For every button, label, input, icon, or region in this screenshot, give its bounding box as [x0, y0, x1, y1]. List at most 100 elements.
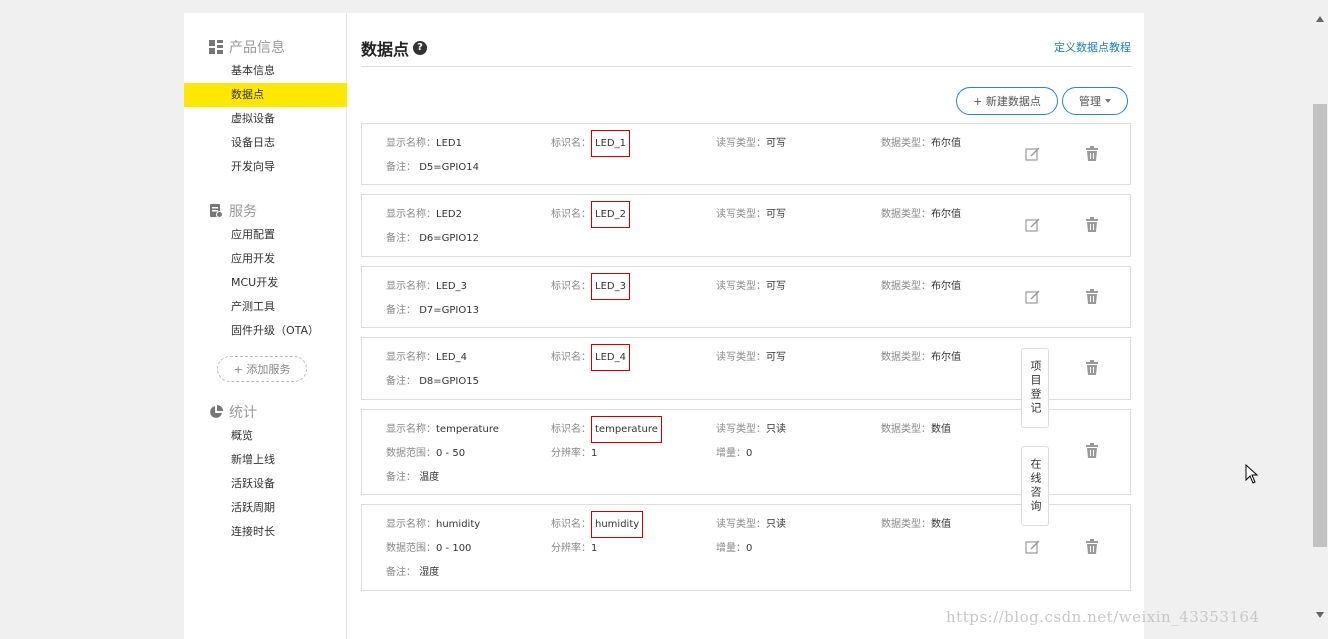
remark-value: D5=GPIO14 — [419, 162, 479, 173]
main-content: 数据点 ? 定义数据点教程 + 新建数据点 管理 显示名称：LED1 标识名： L… — [361, 13, 1131, 639]
sidebar-item-basic-info[interactable]: 基本信息 — [184, 59, 347, 83]
data-type-value: 布尔值 — [931, 352, 961, 363]
title-row: 数据点 ? 定义数据点教程 — [361, 33, 1131, 67]
rw-type-field: 读写类型：只读 — [716, 424, 786, 436]
range-value: 0 - 50 — [436, 448, 466, 459]
trash-icon[interactable] — [1083, 217, 1101, 235]
edit-icon[interactable] — [1024, 539, 1042, 557]
sidebar-item-device-log[interactable]: 设备日志 — [184, 131, 347, 155]
remark-value: 温度 — [419, 472, 440, 483]
rw-type-field: 读写类型：只读 — [716, 519, 786, 531]
rw-type-value: 可写 — [766, 281, 786, 292]
manage-button-label: 管理 — [1079, 95, 1101, 108]
sidebar-item-virtual-device[interactable]: 虚拟设备 — [184, 107, 347, 131]
datapoint-card: 显示名称：LED_3 标识名： LED_3 读写类型：可写 数据类型：布尔值 备注… — [361, 266, 1131, 328]
data-type-value: 布尔值 — [931, 281, 961, 292]
edit-icon[interactable] — [1024, 289, 1042, 307]
rw-type-field: 读写类型：可写 — [716, 281, 786, 293]
resolution-field: 分辨率：1 — [551, 448, 597, 460]
manage-button[interactable]: 管理 — [1062, 87, 1128, 115]
edit-icon[interactable] — [1024, 217, 1042, 235]
remark-field: 备注： D7=GPIO13 — [386, 305, 479, 317]
sidebar-item-new-online[interactable]: 新增上线 — [184, 448, 347, 472]
identifier-value: humidity — [591, 511, 644, 538]
remark-value: D8=GPIO15 — [419, 376, 479, 387]
sidebar-item-ota[interactable]: 固件升级（OTA） — [184, 319, 347, 343]
scroll-up-arrow-icon[interactable] — [1316, 16, 1324, 22]
field-label: 显示名称： — [386, 281, 436, 292]
sidebar-item-active-period[interactable]: 活跃周期 — [184, 496, 347, 520]
trash-icon[interactable] — [1083, 146, 1101, 164]
add-service-button[interactable]: + 添加服务 — [217, 356, 307, 382]
trash-icon[interactable] — [1083, 443, 1101, 461]
online-consult-label: 在线咨询 — [1029, 458, 1042, 514]
online-consult-tab[interactable]: 在线咨询 — [1021, 446, 1049, 526]
data-type-field: 数据类型：数值 — [881, 519, 951, 531]
field-label: 备注： — [386, 233, 416, 244]
field-label: 备注： — [386, 567, 416, 578]
identifier-value: temperature — [591, 416, 662, 443]
sidebar-heading-label: 服务 — [229, 204, 257, 220]
remark-value: D6=GPIO12 — [419, 233, 479, 244]
rw-type-field: 读写类型：可写 — [716, 209, 786, 221]
field-label: 增量： — [716, 448, 746, 459]
sidebar-heading: 产品信息 — [184, 35, 347, 59]
field-label: 显示名称： — [386, 424, 436, 435]
sidebar-item-datapoints[interactable]: 数据点 — [184, 83, 347, 107]
sidebar-item-active-devices[interactable]: 活跃设备 — [184, 472, 347, 496]
field-label: 数据范围： — [386, 448, 436, 459]
remark-field: 备注： 温度 — [386, 472, 439, 484]
field-label: 显示名称： — [386, 519, 436, 530]
identifier-field: 标识名： LED_4 — [551, 344, 630, 371]
identifier-field: 标识名： temperature — [551, 416, 662, 443]
field-label: 显示名称： — [386, 209, 436, 220]
display-name-value: temperature — [436, 424, 499, 435]
sidebar-item-connect-duration[interactable]: 连接时长 — [184, 520, 347, 544]
watermark: https://blog.csdn.net/weixin_43353164 — [946, 608, 1260, 626]
field-label: 数据类型： — [881, 209, 931, 220]
sidebar-item-mcu-dev[interactable]: MCU开发 — [184, 271, 347, 295]
field-label: 显示名称： — [386, 352, 436, 363]
field-label: 备注： — [386, 305, 416, 316]
help-icon[interactable]: ? — [413, 41, 428, 55]
sidebar-section-product: 产品信息 基本信息 数据点 虚拟设备 设备日志 开发向导 — [184, 35, 347, 179]
rw-type-field: 读写类型：可写 — [716, 352, 786, 364]
sidebar-item-overview[interactable]: 概览 — [184, 424, 347, 448]
field-label: 分辨率： — [551, 448, 591, 459]
remark-value: D7=GPIO13 — [419, 305, 479, 316]
trash-icon[interactable] — [1083, 539, 1101, 557]
display-name-field: 显示名称：humidity — [386, 519, 480, 531]
increment-field: 增量：0 — [716, 543, 752, 555]
sidebar-item-app-dev[interactable]: 应用开发 — [184, 247, 347, 271]
resolution-value: 1 — [591, 448, 598, 459]
rw-type-value: 只读 — [766, 424, 786, 435]
scroll-thumb[interactable] — [1313, 104, 1327, 547]
sidebar-item-test-tool[interactable]: 产测工具 — [184, 295, 347, 319]
trash-icon[interactable] — [1083, 289, 1101, 307]
identifier-field: 标识名： humidity — [551, 511, 644, 538]
scrollbar[interactable] — [1312, 0, 1328, 639]
field-label: 读写类型： — [716, 209, 766, 220]
remark-field: 备注： 湿度 — [386, 567, 439, 579]
remark-value: 湿度 — [419, 567, 440, 578]
field-label: 读写类型： — [716, 519, 766, 530]
project-register-tab[interactable]: 项目登记 — [1021, 348, 1049, 428]
tutorial-link[interactable]: 定义数据点教程 — [1054, 39, 1131, 55]
field-label: 分辨率： — [551, 543, 591, 554]
new-datapoint-button[interactable]: + 新建数据点 — [956, 87, 1058, 115]
display-name-value: LED2 — [436, 209, 462, 220]
rw-type-value: 可写 — [766, 209, 786, 220]
datapoint-card: 显示名称：LED1 标识名： LED_1 读写类型：可写 数据类型：布尔值 备注：… — [361, 123, 1131, 185]
data-type-value: 布尔值 — [931, 209, 961, 220]
identifier-value: LED_1 — [591, 130, 630, 157]
sidebar-item-dev-guide[interactable]: 开发向导 — [184, 155, 347, 179]
remark-field: 备注： D8=GPIO15 — [386, 376, 479, 388]
edit-icon[interactable] — [1024, 146, 1042, 164]
sidebar-item-app-config[interactable]: 应用配置 — [184, 223, 347, 247]
scroll-down-arrow-icon[interactable] — [1316, 612, 1324, 618]
field-label: 标识名： — [551, 209, 591, 220]
trash-icon[interactable] — [1083, 360, 1101, 378]
pie-chart-icon — [209, 405, 223, 419]
sidebar-heading: 统计 — [184, 400, 347, 424]
sidebar-section-stats: 统计 概览 新增上线 活跃设备 活跃周期 连接时长 — [184, 400, 347, 544]
